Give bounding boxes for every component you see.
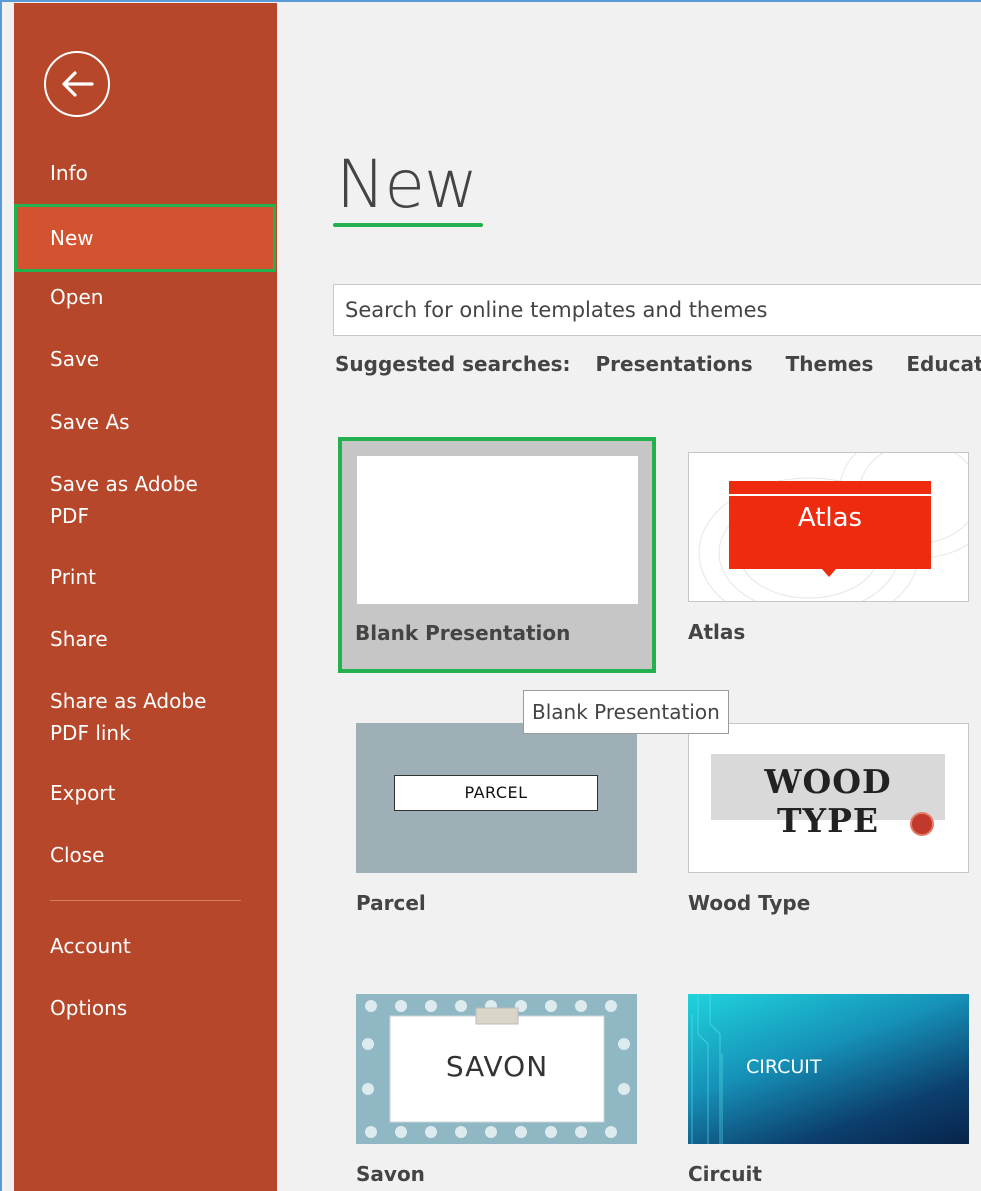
template-label: Wood Type <box>688 891 811 915</box>
suggested-link-education[interactable]: Educati <box>906 352 981 376</box>
sidebar-item-label: New <box>50 226 94 250</box>
atlas-thumbnail-text: Atlas <box>797 503 863 533</box>
template-thumbnail-parcel: PARCEL <box>356 723 637 873</box>
back-button[interactable] <box>44 51 110 117</box>
template-thumbnail-circuit: CIRCUIT <box>688 994 969 1144</box>
suggested-link-presentations[interactable]: Presentations <box>596 352 753 376</box>
sidebar-item-save-as[interactable]: Save As <box>14 406 277 438</box>
template-label: Blank Presentation <box>355 621 571 645</box>
wood-type-thumbnail-text: WOOD TYPE <box>764 762 892 840</box>
back-arrow-icon <box>62 71 94 97</box>
window-left-border <box>0 0 2 1191</box>
sidebar-item-label: Info <box>50 161 88 185</box>
template-search-box[interactable] <box>333 284 981 336</box>
sidebar-item-save[interactable]: Save <box>14 343 277 375</box>
sidebar-item-label: Open <box>50 285 104 309</box>
sidebar-item-label: Save as Adobe PDF <box>50 472 198 528</box>
sidebar-item-save-as-adobe-pdf[interactable]: Save as Adobe PDF <box>14 468 277 532</box>
template-tile-circuit[interactable]: CIRCUIT Circuit <box>688 994 970 1191</box>
savon-thumbnail-text: SAVON <box>445 1050 549 1083</box>
template-tile-parcel[interactable]: PARCEL Parcel <box>356 723 638 923</box>
sidebar-item-label: Account <box>50 934 131 958</box>
backstage-sidebar: Info New Open Save Save As Save as Adobe… <box>14 3 277 1191</box>
window-top-border <box>0 0 981 2</box>
sidebar-item-account[interactable]: Account <box>14 930 277 962</box>
template-tile-atlas[interactable]: Atlas Atlas <box>688 452 970 652</box>
tooltip: Blank Presentation <box>523 690 729 734</box>
sidebar-item-label: Export <box>50 781 116 805</box>
sidebar-item-label: Save As <box>50 410 130 434</box>
template-label: Savon <box>356 1162 425 1186</box>
sidebar-item-label: Close <box>50 843 105 867</box>
sidebar-item-label: Share <box>50 627 108 651</box>
sidebar-item-share[interactable]: Share <box>14 623 277 655</box>
template-tile-wood-type[interactable]: WOOD TYPE Wood Type <box>688 723 970 923</box>
sidebar-item-label: Share as Adobe PDF link <box>50 689 207 745</box>
sidebar-item-open[interactable]: Open <box>14 281 277 313</box>
suggested-searches: Suggested searches: Presentations Themes… <box>335 352 981 376</box>
sidebar-item-info[interactable]: Info <box>14 157 277 189</box>
circuit-thumbnail-text: CIRCUIT <box>746 1056 822 1078</box>
sidebar-item-export[interactable]: Export <box>14 777 277 809</box>
sidebar-item-label: Print <box>50 565 97 589</box>
sidebar-item-options[interactable]: Options <box>14 992 277 1024</box>
sidebar-divider <box>50 900 241 901</box>
wood-type-dot <box>910 812 934 836</box>
template-thumbnail-wood-type: WOOD TYPE <box>688 723 969 873</box>
page-title: New <box>336 146 478 223</box>
title-underline <box>333 223 483 227</box>
sidebar-item-label: Save <box>50 347 100 371</box>
sidebar-item-label: Options <box>50 996 128 1020</box>
template-thumbnail-blank <box>356 455 639 605</box>
sidebar-item-close[interactable]: Close <box>14 839 277 871</box>
suggested-link-themes[interactable]: Themes <box>786 352 874 376</box>
template-search-input[interactable] <box>334 285 965 335</box>
template-tile-savon[interactable]: SAVON Savon <box>356 994 638 1191</box>
template-tile-blank-presentation[interactable]: Blank Presentation <box>338 437 656 673</box>
circuit-lines-art <box>691 994 723 1144</box>
sidebar-item-new[interactable]: New <box>14 204 276 272</box>
template-thumbnail-atlas: Atlas <box>688 452 969 602</box>
template-label: Atlas <box>688 620 746 644</box>
suggested-searches-label: Suggested searches: <box>335 352 571 376</box>
sidebar-item-print[interactable]: Print <box>14 561 277 593</box>
parcel-thumbnail-text: PARCEL <box>394 775 598 811</box>
template-label: Parcel <box>356 891 426 915</box>
sidebar-item-share-adobe-pdf-link[interactable]: Share as Adobe PDF link <box>14 685 277 749</box>
template-thumbnail-savon: SAVON <box>356 994 637 1144</box>
template-label: Circuit <box>688 1162 762 1186</box>
